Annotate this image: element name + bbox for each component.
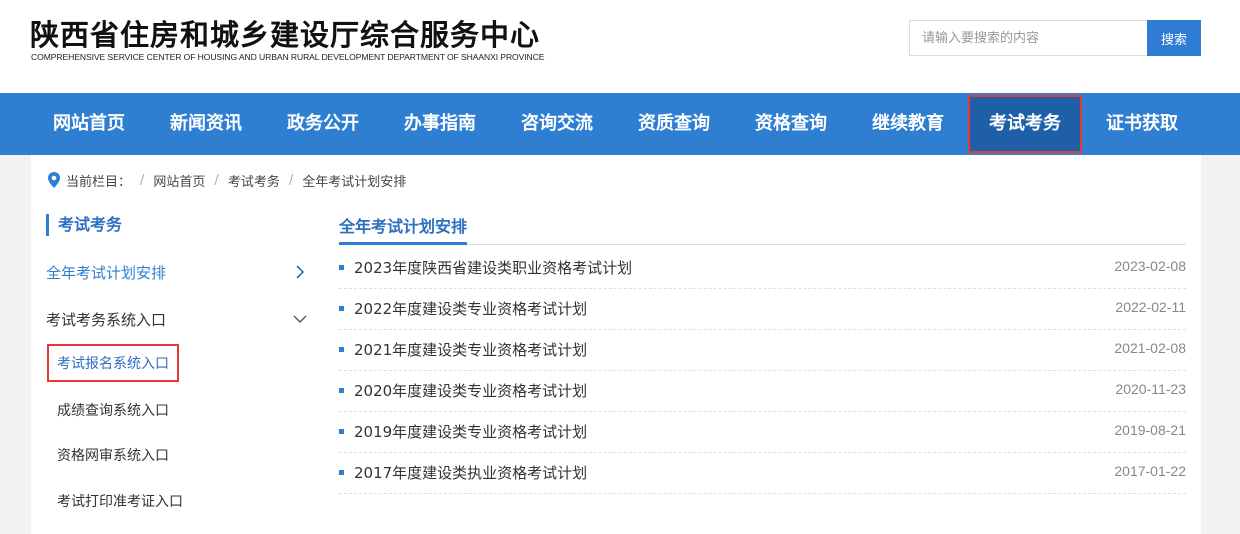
list-item[interactable]: 2023年度陕西省建设类职业资格考试计划 2023-02-08 bbox=[339, 248, 1186, 289]
nav-item-guide[interactable]: 办事指南 bbox=[381, 93, 499, 155]
list-item[interactable]: 2020年度建设类专业资格考试计划 2020-11-23 bbox=[339, 371, 1186, 412]
breadcrumb-item-current: 全年考试计划安排 bbox=[302, 174, 407, 190]
nav-item-consult[interactable]: 咨询交流 bbox=[498, 93, 616, 155]
list-item-title[interactable]: 2023年度陕西省建设类职业资格考试计划 bbox=[354, 257, 632, 278]
sidebar-subitem-score-query[interactable]: 成绩查询系统入口 bbox=[57, 400, 169, 420]
breadcrumb-separator: / bbox=[288, 172, 294, 188]
nav-item-education[interactable]: 继续教育 bbox=[849, 93, 967, 155]
location-pin-icon bbox=[48, 172, 60, 188]
section-title-underline bbox=[339, 242, 467, 245]
list-item-title[interactable]: 2017年度建设类执业资格考试计划 bbox=[354, 462, 587, 483]
bullet-icon bbox=[339, 306, 344, 311]
list-item-title[interactable]: 2022年度建设类专业资格考试计划 bbox=[354, 298, 587, 319]
bullet-icon bbox=[339, 388, 344, 393]
list-item-date: 2017-01-22 bbox=[1114, 463, 1186, 479]
bullet-icon bbox=[339, 429, 344, 434]
list-item-title[interactable]: 2021年度建设类专业资格考试计划 bbox=[354, 339, 587, 360]
list-item-title[interactable]: 2019年度建设类专业资格考试计划 bbox=[354, 421, 587, 442]
breadcrumb-item-exams[interactable]: 考试考务 bbox=[228, 171, 280, 190]
section-title: 全年考试计划安排 bbox=[339, 217, 468, 236]
list-item-date: 2023-02-08 bbox=[1114, 258, 1186, 274]
nav-item-exams[interactable]: 考试考务 bbox=[968, 95, 1082, 153]
sidebar-item-exam-plan[interactable]: 全年考试计划安排 bbox=[46, 262, 166, 283]
breadcrumb: 当前栏目： / 网站首页 / 考试考务 / 全年考试计划安排 bbox=[48, 170, 406, 190]
nav-item-news[interactable]: 新闻资讯 bbox=[147, 93, 265, 155]
chevron-right-icon bbox=[296, 265, 305, 279]
list-item[interactable]: 2022年度建设类专业资格考试计划 2022-02-11 bbox=[339, 289, 1186, 330]
sidebar-subitem-print-admission[interactable]: 考试打印准考证入口 bbox=[57, 491, 183, 511]
nav-item-gov-affairs[interactable]: 政务公开 bbox=[264, 93, 382, 155]
list-item-date: 2020-11-23 bbox=[1115, 381, 1186, 397]
search-input[interactable] bbox=[909, 20, 1148, 56]
sidebar-item-exam-system[interactable]: 考试考务系统入口 bbox=[46, 309, 166, 330]
breadcrumb-item-home[interactable]: 网站首页 bbox=[153, 171, 205, 190]
bullet-icon bbox=[339, 265, 344, 270]
nav-item-qualification-query[interactable]: 资质查询 bbox=[615, 93, 733, 155]
main-nav: 网站首页 新闻资讯 政务公开 办事指南 咨询交流 资质查询 资格查询 继续教育 … bbox=[0, 93, 1240, 155]
sidebar-title: 考试考务 bbox=[46, 214, 122, 236]
nav-item-home[interactable]: 网站首页 bbox=[30, 93, 148, 155]
list-item[interactable]: 2021年度建设类专业资格考试计划 2021-02-08 bbox=[339, 330, 1186, 371]
sidebar-subitem-qualification-review[interactable]: 资格网审系统入口 bbox=[57, 445, 169, 465]
site-subtitle: COMPREHENSIVE SERVICE CENTER OF HOUSING … bbox=[31, 52, 545, 62]
site-header: 陕西省住房和城乡建设厅综合服务中心 COMPREHENSIVE SERVICE … bbox=[0, 0, 1240, 93]
list-item-date: 2019-08-21 bbox=[1114, 422, 1186, 438]
bullet-icon bbox=[339, 347, 344, 352]
list-item[interactable]: 2019年度建设类专业资格考试计划 2019-08-21 bbox=[339, 412, 1186, 453]
search-button[interactable]: 搜索 bbox=[1147, 20, 1201, 56]
breadcrumb-separator: / bbox=[140, 172, 145, 188]
breadcrumb-prefix: 当前栏目： bbox=[66, 174, 132, 190]
list-item[interactable]: 2017年度建设类执业资格考试计划 2017-01-22 bbox=[339, 453, 1186, 494]
nav-item-license-query[interactable]: 资格查询 bbox=[732, 93, 850, 155]
chevron-down-icon[interactable] bbox=[293, 312, 307, 326]
nav-item-certificate[interactable]: 证书获取 bbox=[1083, 93, 1201, 155]
breadcrumb-separator: / bbox=[214, 172, 219, 188]
list-item-title[interactable]: 2020年度建设类专业资格考试计划 bbox=[354, 380, 587, 401]
sidebar-subitem-registration[interactable]: 考试报名系统入口 bbox=[47, 344, 179, 382]
list-item-date: 2022-02-11 bbox=[1115, 299, 1186, 315]
bullet-icon bbox=[339, 470, 344, 475]
site-title[interactable]: 陕西省住房和城乡建设厅综合服务中心 bbox=[30, 12, 540, 54]
list-item-date: 2021-02-08 bbox=[1114, 340, 1186, 356]
